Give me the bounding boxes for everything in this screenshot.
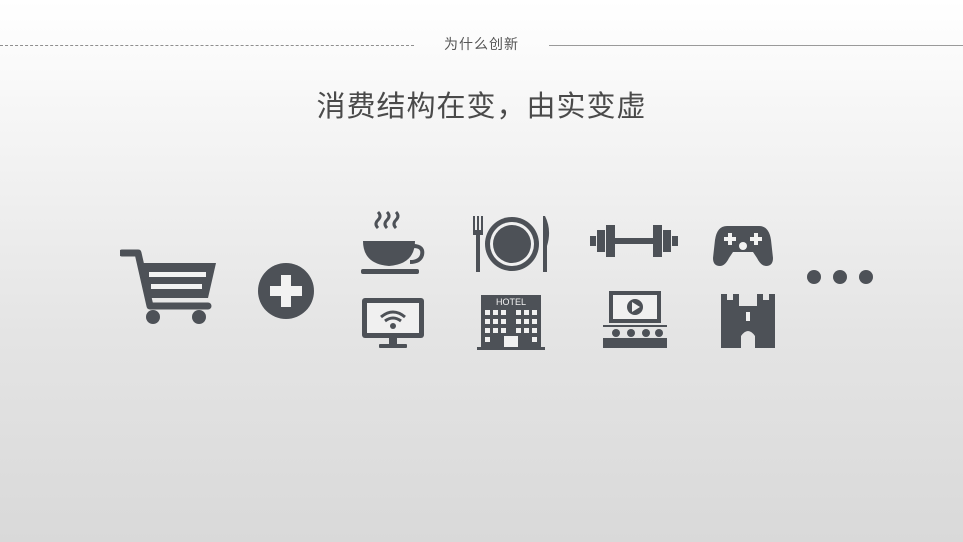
ellipsis-icon <box>804 267 876 287</box>
dinner-plate-icon <box>470 214 552 274</box>
game-controller-icon <box>713 222 773 268</box>
section-label: 为什么创新 <box>444 37 519 53</box>
castle-icon <box>719 288 777 350</box>
hotel-sign: HOTEL <box>496 297 526 307</box>
header-divider-left <box>0 45 414 46</box>
page-title: 消费结构在变，由实变虚 <box>316 89 647 123</box>
coffee-cup-icon <box>360 208 426 278</box>
cinema-icon <box>601 290 669 350</box>
hotel-icon: HOTEL <box>475 291 547 351</box>
wifi-monitor-icon <box>360 296 426 350</box>
dumbbell-icon <box>589 223 679 259</box>
plus-circle-icon <box>257 262 315 320</box>
header-divider-right <box>549 45 963 46</box>
shopping-cart-icon <box>120 246 220 328</box>
